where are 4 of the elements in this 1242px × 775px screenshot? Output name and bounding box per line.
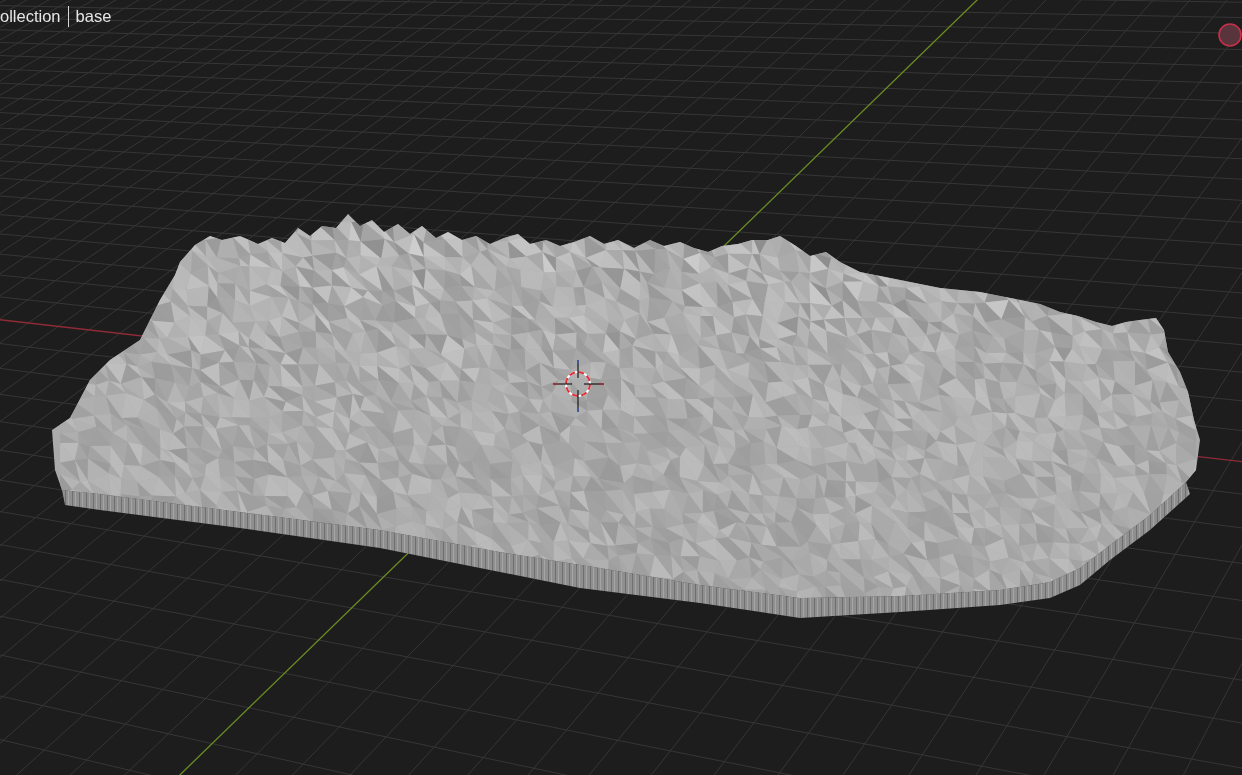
collection-name: ollection	[0, 6, 61, 27]
gizmo-ball-icon[interactable]	[1218, 23, 1242, 47]
3d-cursor-icon[interactable]	[552, 359, 605, 413]
object-name: base	[75, 6, 112, 27]
